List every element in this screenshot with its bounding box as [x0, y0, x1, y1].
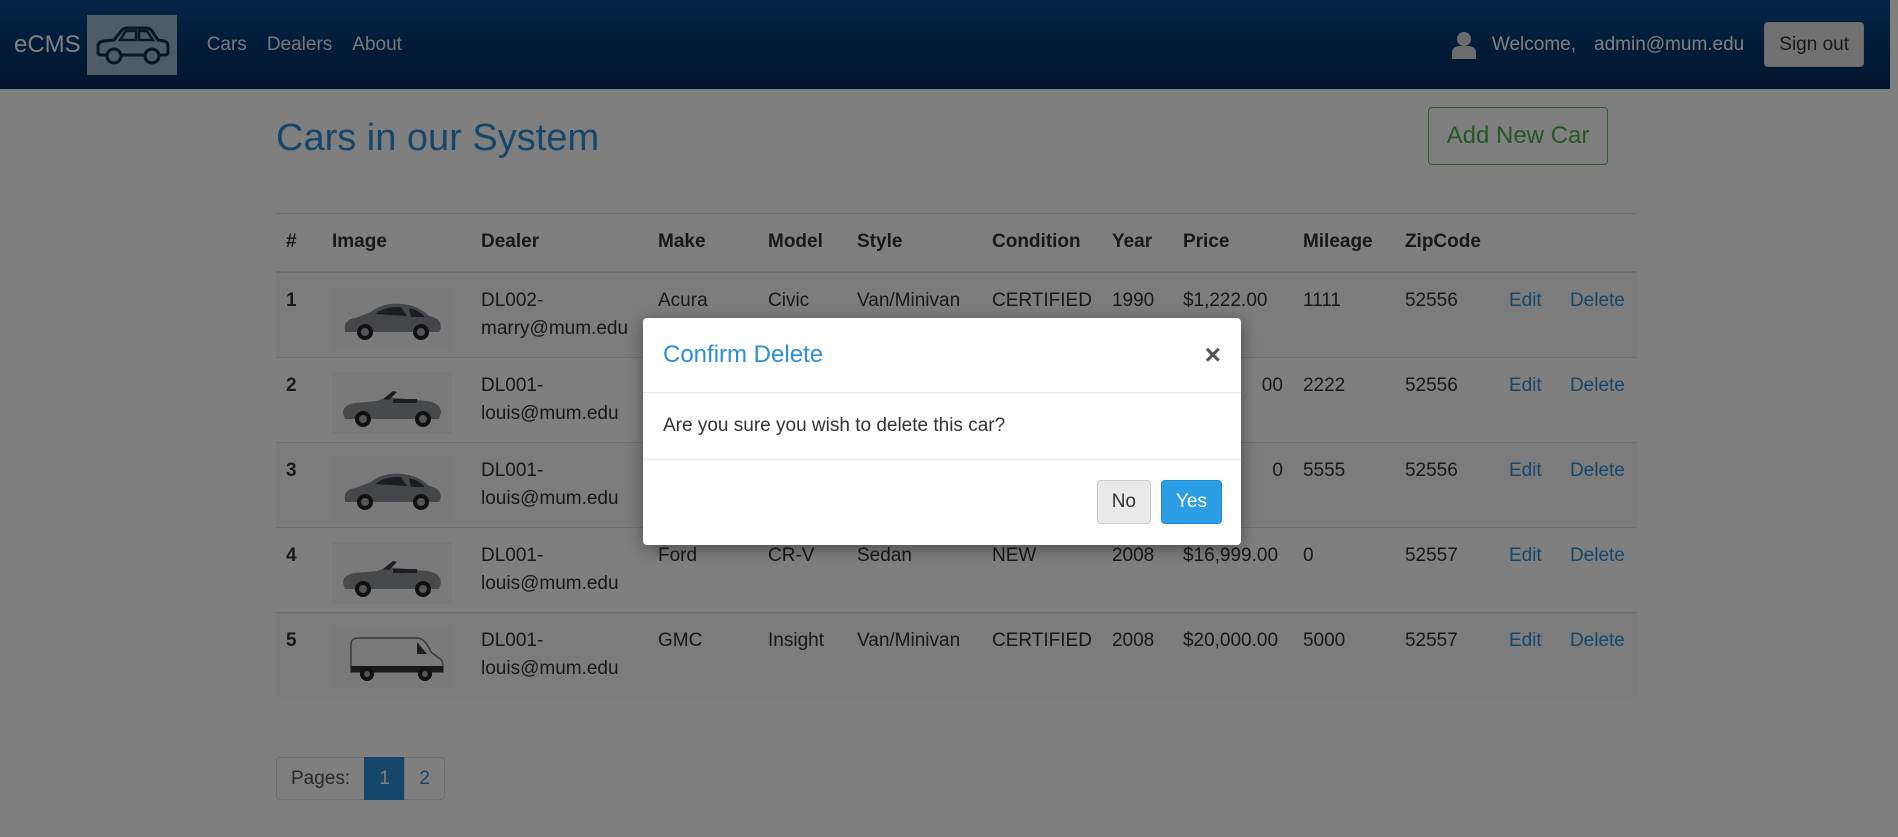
close-icon[interactable]: ×: [1205, 341, 1221, 369]
confirm-delete-dialog: Confirm Delete × Are you sure you wish t…: [643, 318, 1241, 545]
yes-button[interactable]: Yes: [1161, 480, 1222, 524]
modal-body: Are you sure you wish to delete this car…: [643, 393, 1241, 460]
no-button[interactable]: No: [1096, 480, 1151, 524]
modal-footer: No Yes: [643, 460, 1241, 544]
modal-title: Confirm Delete: [663, 341, 824, 368]
modal-header: Confirm Delete ×: [643, 318, 1241, 393]
modal-message: Are you sure you wish to delete this car…: [663, 415, 1006, 436]
